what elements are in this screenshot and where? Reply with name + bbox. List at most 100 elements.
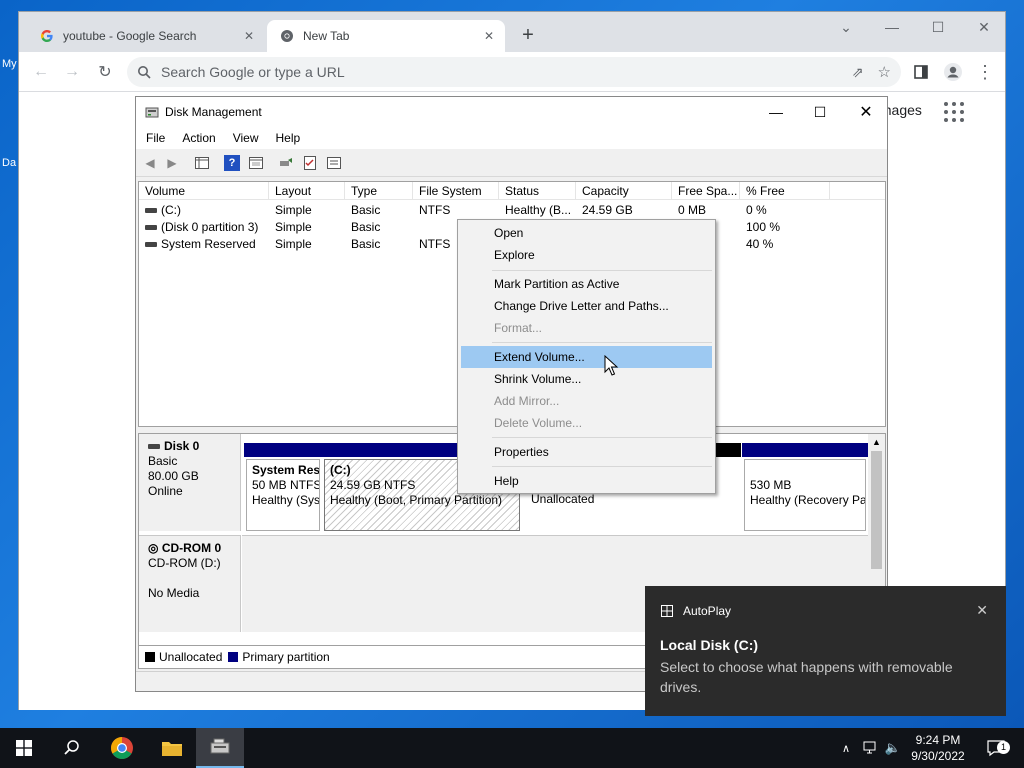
close-tab-icon[interactable]: ✕ [241,28,257,44]
forward-arrow-icon[interactable]: → [60,60,84,84]
menu-item-properties[interactable]: Properties [461,441,712,463]
menu-item-help[interactable]: Help [461,470,712,492]
maximize-icon[interactable]: ☐ [797,97,843,127]
close-icon[interactable]: ✕ [976,602,988,619]
desktop-icon-label[interactable]: My [2,58,17,70]
column-header-capacity[interactable]: Capacity [576,182,672,200]
mmc-toolbar: ◀ ▶ ? [136,149,887,177]
column-header-layout[interactable]: Layout [269,182,345,200]
cdrom-name: CD-ROM 0 [161,541,222,555]
omnibox-placeholder: Search Google or type a URL [161,64,345,80]
clock-time: 9:24 PM [915,733,961,747]
menu-item-add-mirror: Add Mirror... [494,394,560,408]
maximize-icon[interactable]: ☐ [915,12,961,42]
menu-separator [492,342,712,343]
disk-0-label[interactable]: Disk 0 Basic 80.00 GB Online [139,434,241,531]
chrome-icon[interactable] [98,728,146,768]
disk-management-titlebar: Disk Management — ☐ ✕ [136,97,887,127]
forward-arrow-icon[interactable]: ▶ [164,155,180,171]
desktop-icon-label[interactable]: Da [2,157,16,169]
column-header-type[interactable]: Type [345,182,413,200]
column-header-free-space[interactable]: Free Spa... [672,182,740,200]
network-icon[interactable] [862,728,880,768]
tab-title: youtube - Google Search [63,29,197,43]
bookmark-star-icon[interactable]: ☆ [878,63,891,81]
menu-item-explore[interactable]: Explore [461,244,712,266]
column-header-volume[interactable]: Volume [139,182,269,200]
omnibox[interactable]: Search Google or type a URL ⇗ ☆ [127,57,901,87]
tab-search-icon[interactable]: ⌄ [823,12,869,42]
legend-swatch-primary [228,652,239,662]
tab-new-tab[interactable]: New Tab ✕ [267,20,505,52]
partition-recovery[interactable]: 530 MB Healthy (Recovery Pa [742,443,868,531]
volume-icon [145,242,157,248]
partition-size: 530 MB [750,478,792,492]
cell-volume: System Reserved [161,237,256,251]
column-header-file-system[interactable]: File System [413,182,499,200]
partition-name [750,463,860,478]
menu-item-change-drive-letter[interactable]: Change Drive Letter and Paths... [461,295,712,317]
side-panel-icon[interactable] [909,60,933,84]
reload-icon[interactable]: ↻ [93,60,117,84]
cdrom-type: CD-ROM (D:) [148,556,221,570]
minimize-icon[interactable]: — [753,97,799,127]
start-windows-icon[interactable] [0,728,48,768]
menu-item-shrink-volume[interactable]: Shrink Volume... [461,368,712,390]
menu-help[interactable]: Help [266,131,308,145]
menu-item-extend-volume[interactable]: Extend Volume... [461,346,712,368]
google-apps-icon[interactable] [944,102,964,122]
minimize-icon[interactable]: — [869,12,915,42]
column-header-status[interactable]: Status [499,182,576,200]
back-arrow-icon[interactable]: ← [29,60,53,84]
cell-volume: (C:) [161,203,181,217]
cell-percent-free: 0 % [746,203,767,217]
menu-separator [492,466,712,467]
show-hidden-icons-chevron-icon[interactable]: ∧ [838,728,854,768]
partition-status: Healthy (Boot, Primary Partition) [330,493,503,507]
search-icon [137,65,151,79]
scrollbar-thumb[interactable] [871,451,882,569]
close-window-icon[interactable]: ✕ [843,97,889,127]
connect-disk-icon[interactable] [278,155,294,171]
notification-count-badge: 1 [997,741,1010,754]
search-icon[interactable] [48,728,96,768]
profile-avatar-icon[interactable] [941,60,965,84]
file-explorer-icon[interactable] [148,728,196,768]
share-icon[interactable]: ⇗ [852,64,864,81]
close-window-icon[interactable]: ✕ [961,12,1007,42]
menu-item-mark-active[interactable]: Mark Partition as Active [461,273,712,295]
menu-item-delete-volume: Delete Volume... [494,416,583,430]
cdrom-media: No Media [148,586,200,600]
action-center-icon[interactable]: 1 [980,728,1012,768]
menu-bar: File Action View Help [136,127,887,149]
menu-action[interactable]: Action [172,131,222,145]
menu-file[interactable]: File [136,131,172,145]
partition-system-reserved[interactable]: System Res 50 MB NTFS Healthy (Sys [244,443,322,531]
mouse-cursor-icon [604,355,619,376]
scroll-up-icon[interactable]: ▲ [868,434,885,451]
cell-type: Basic [351,220,381,234]
tab-youtube-search[interactable]: youtube - Google Search ✕ [27,20,265,52]
menu-view[interactable]: View [223,131,266,145]
cell-type: Basic [351,237,381,251]
volume-list-header: Volume Layout Type File System Status Ca… [139,182,885,200]
cdrom-0-label[interactable]: ◎ CD-ROM 0 CD-ROM (D:) No Media [139,535,241,632]
column-header-percent-free[interactable]: % Free [740,182,830,200]
cell-percent-free: 100 % [746,220,781,234]
chrome-menu-icon[interactable]: ⋮ [973,60,997,84]
properties-icon[interactable] [248,155,264,171]
autoplay-notification[interactable]: AutoPlay ✕ Local Disk (C:) Select to cho… [645,586,1006,716]
back-arrow-icon[interactable]: ◀ [142,155,158,171]
close-tab-icon[interactable]: ✕ [481,28,497,44]
help-icon[interactable]: ? [224,155,240,171]
console-tree-icon[interactable] [194,155,210,171]
clock[interactable]: 9:24 PM 9/30/2022 [906,728,970,768]
table-row[interactable]: (C:) Simple Basic NTFS Healthy (B... 24.… [139,202,885,219]
disk-management-taskbar-icon[interactable] [196,728,244,768]
new-tab-button[interactable]: + [517,25,539,47]
menu-item-open[interactable]: Open [461,222,712,244]
volume-speaker-icon[interactable]: 🔈 [884,728,902,768]
settings-list-icon[interactable] [326,155,342,171]
partition-status: Healthy (Sys [252,493,320,507]
checklist-icon[interactable] [302,155,318,171]
